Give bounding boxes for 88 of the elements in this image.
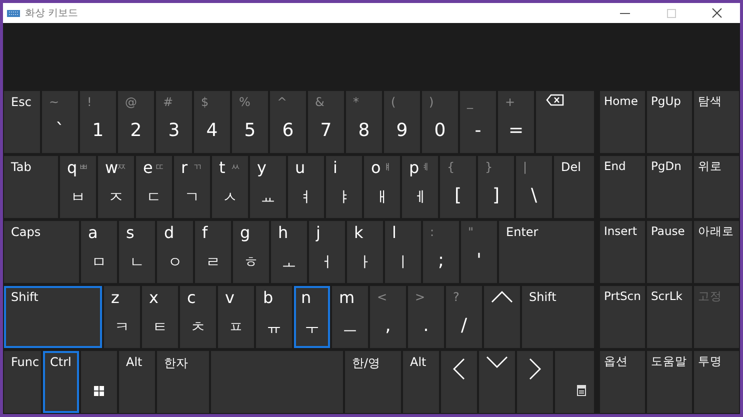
keyboard-key[interactable]: n ㅜ (294, 286, 330, 348)
maximize-icon (666, 8, 676, 18)
keyboard-key[interactable]: | \ (516, 156, 552, 218)
keyboard-key[interactable]: & 7 (308, 91, 344, 153)
keyboard-key[interactable]: z ㅋ (104, 286, 140, 348)
keyboard-key[interactable]: Home (600, 91, 645, 153)
keyboard-key[interactable]: ^ 6 (270, 91, 306, 153)
keyboard-key[interactable]: PrtScn (600, 286, 645, 348)
keyboard-key[interactable]: t ㅆ ㅅ (212, 156, 248, 218)
keyboard-key[interactable]: j ㅓ (309, 221, 345, 283)
keyboard-key[interactable]: 아래로 (694, 221, 739, 283)
keyboard-key[interactable]: Func (4, 351, 41, 413)
keyboard-key[interactable]: @ 2 (118, 91, 154, 153)
keyboard-key[interactable]: Tab (4, 156, 58, 218)
keyboard-key[interactable]: # 3 (156, 91, 192, 153)
windows-logo-icon (94, 386, 104, 396)
keyboard-key[interactable]: 투명 (694, 351, 739, 413)
keyboard-key[interactable]: l ㅣ (385, 221, 421, 283)
keyboard-key[interactable]: Insert (600, 221, 645, 283)
keyboard-key[interactable]: u ㅕ (288, 156, 324, 218)
document-icon (577, 385, 586, 396)
keyboard-key[interactable]: b ㅠ (256, 286, 292, 348)
keyboard-key[interactable]: { [ (440, 156, 476, 218)
keyboard-key[interactable]: $ 4 (194, 91, 230, 153)
keyboard-key[interactable]: Shift (4, 286, 102, 348)
keyboard-key[interactable]: ) 0 (422, 91, 458, 153)
keyboard-key[interactable]: h ㅗ (271, 221, 307, 283)
keyboard-key[interactable]: PgDn (647, 156, 692, 218)
left-chevron-icon (453, 358, 465, 380)
keyboard-key[interactable]: ScrLk (647, 286, 692, 348)
keyboard-key[interactable]: Caps (4, 221, 79, 283)
keyboard-key[interactable]: ( 9 (384, 91, 420, 153)
keyboard-key[interactable]: _ - (460, 91, 496, 153)
keyboard-key[interactable]: + = (498, 91, 534, 153)
menu-key[interactable] (555, 351, 594, 413)
keyboard-key[interactable]: ! 1 (80, 91, 116, 153)
right-arrow-key[interactable] (517, 351, 553, 413)
keyboard-key[interactable]: End (600, 156, 645, 218)
keyboard-key[interactable]: Enter (499, 221, 594, 283)
keyboard-key[interactable]: i ㅑ (326, 156, 362, 218)
keyboard-key[interactable]: 도움말 (647, 351, 692, 413)
keyboard-icon (7, 10, 20, 16)
keyboard-key[interactable]: k ㅏ (347, 221, 383, 283)
up-chevron-icon (491, 291, 513, 303)
keyboard-key[interactable]: : ; (423, 221, 459, 283)
backspace-key[interactable] (536, 91, 594, 153)
keyboard-key[interactable]: d ㅇ (157, 221, 193, 283)
keyboard-key[interactable]: v ㅍ (218, 286, 254, 348)
down-chevron-icon (486, 356, 508, 368)
keyboard-key[interactable]: Pause (647, 221, 692, 283)
keyboard-key[interactable]: 옵션 (600, 351, 645, 413)
keyboard-key[interactable]: ? / (446, 286, 482, 348)
keyboard-key[interactable]: * 8 (346, 91, 382, 153)
keyboard-key[interactable]: y ㅛ (250, 156, 286, 218)
keyboard-key[interactable]: Alt (119, 351, 155, 413)
keyboard-key[interactable]: f ㄹ (195, 221, 231, 283)
left-arrow-key[interactable] (441, 351, 477, 413)
down-arrow-key[interactable] (479, 351, 515, 413)
keyboard-key[interactable]: PgUp (647, 91, 692, 153)
keyboard-key[interactable]: x ㅌ (142, 286, 178, 348)
minimize-icon (620, 12, 630, 14)
up-arrow-key[interactable] (484, 286, 520, 348)
keyboard-key[interactable]: s ㄴ (119, 221, 155, 283)
keyboard-key[interactable]: g ㅎ (233, 221, 269, 283)
keyboard-key[interactable]: 한자 (157, 351, 209, 413)
keyboard-key[interactable]: 탐색 (694, 91, 739, 153)
keyboard-key[interactable]: m ㅡ (332, 286, 368, 348)
keyboard-key[interactable]: Alt (403, 351, 439, 413)
close-icon (712, 8, 722, 18)
keyboard-key[interactable]: < , (370, 286, 406, 348)
keyboard-key[interactable]: Del (554, 156, 594, 218)
keyboard-key[interactable]: " ' (461, 221, 497, 283)
keyboard-key[interactable]: 위로 (694, 156, 739, 218)
window-title: 화상 키보드 (25, 7, 80, 20)
keyboard-key[interactable]: r ㄲ ㄱ (174, 156, 210, 218)
keyboard-key[interactable]: a ㅁ (81, 221, 117, 283)
backspace-icon (546, 94, 564, 106)
keyboard-key[interactable]: c ㅊ (180, 286, 216, 348)
keyboard-key[interactable]: 한/영 (345, 351, 401, 413)
keyboard-key[interactable]: Ctrl (43, 351, 79, 413)
keyboard-key[interactable]: % 5 (232, 91, 268, 153)
keyboard-key[interactable]: } ] (478, 156, 514, 218)
keyboard-key[interactable]: > . (408, 286, 444, 348)
keyboard-key[interactable]: ~ ` (42, 91, 78, 153)
keyboard-key[interactable]: Shift (522, 286, 594, 348)
keyboard-key[interactable]: Esc (4, 91, 40, 153)
windows-key[interactable] (81, 351, 117, 413)
right-chevron-icon (529, 358, 541, 380)
